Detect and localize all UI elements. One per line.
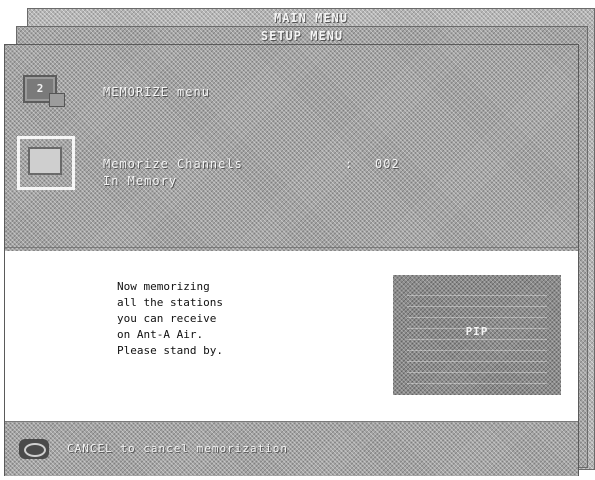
channel-count-value: 002	[375, 157, 400, 171]
memorizing-message: Now memorizing all the stations you can …	[117, 280, 223, 357]
tv-menu-icon[interactable]: 2	[23, 75, 65, 107]
cancel-hint: CANCEL to cancel memorization	[67, 442, 289, 455]
tv-screen-icon[interactable]	[17, 136, 75, 190]
setup-menu-title: SETUP MENU	[260, 29, 344, 43]
memorize-menu-label[interactable]: MEMORIZE menu	[103, 85, 210, 99]
button-oval	[24, 443, 46, 457]
pip-window: PIP	[393, 275, 561, 395]
memorize-channels-label: Memorize Channels	[103, 157, 243, 171]
footer-bar: CANCEL to cancel memorization	[5, 421, 578, 476]
sub-screen-icon	[49, 93, 65, 107]
in-memory-label: In Memory	[103, 174, 178, 188]
remote-button-icon[interactable]	[19, 439, 49, 459]
channel-count-separator: :	[345, 157, 354, 171]
main-menu-title: MAIN MENU	[273, 11, 349, 25]
message-panel: Now memorizing all the stations you can …	[5, 251, 578, 421]
tv-screen-inner	[28, 147, 62, 175]
divider	[5, 247, 578, 248]
pip-label: PIP	[465, 325, 489, 338]
memorize-window: 2 MEMORIZE menu Memorize Channels : 002 …	[4, 44, 579, 476]
